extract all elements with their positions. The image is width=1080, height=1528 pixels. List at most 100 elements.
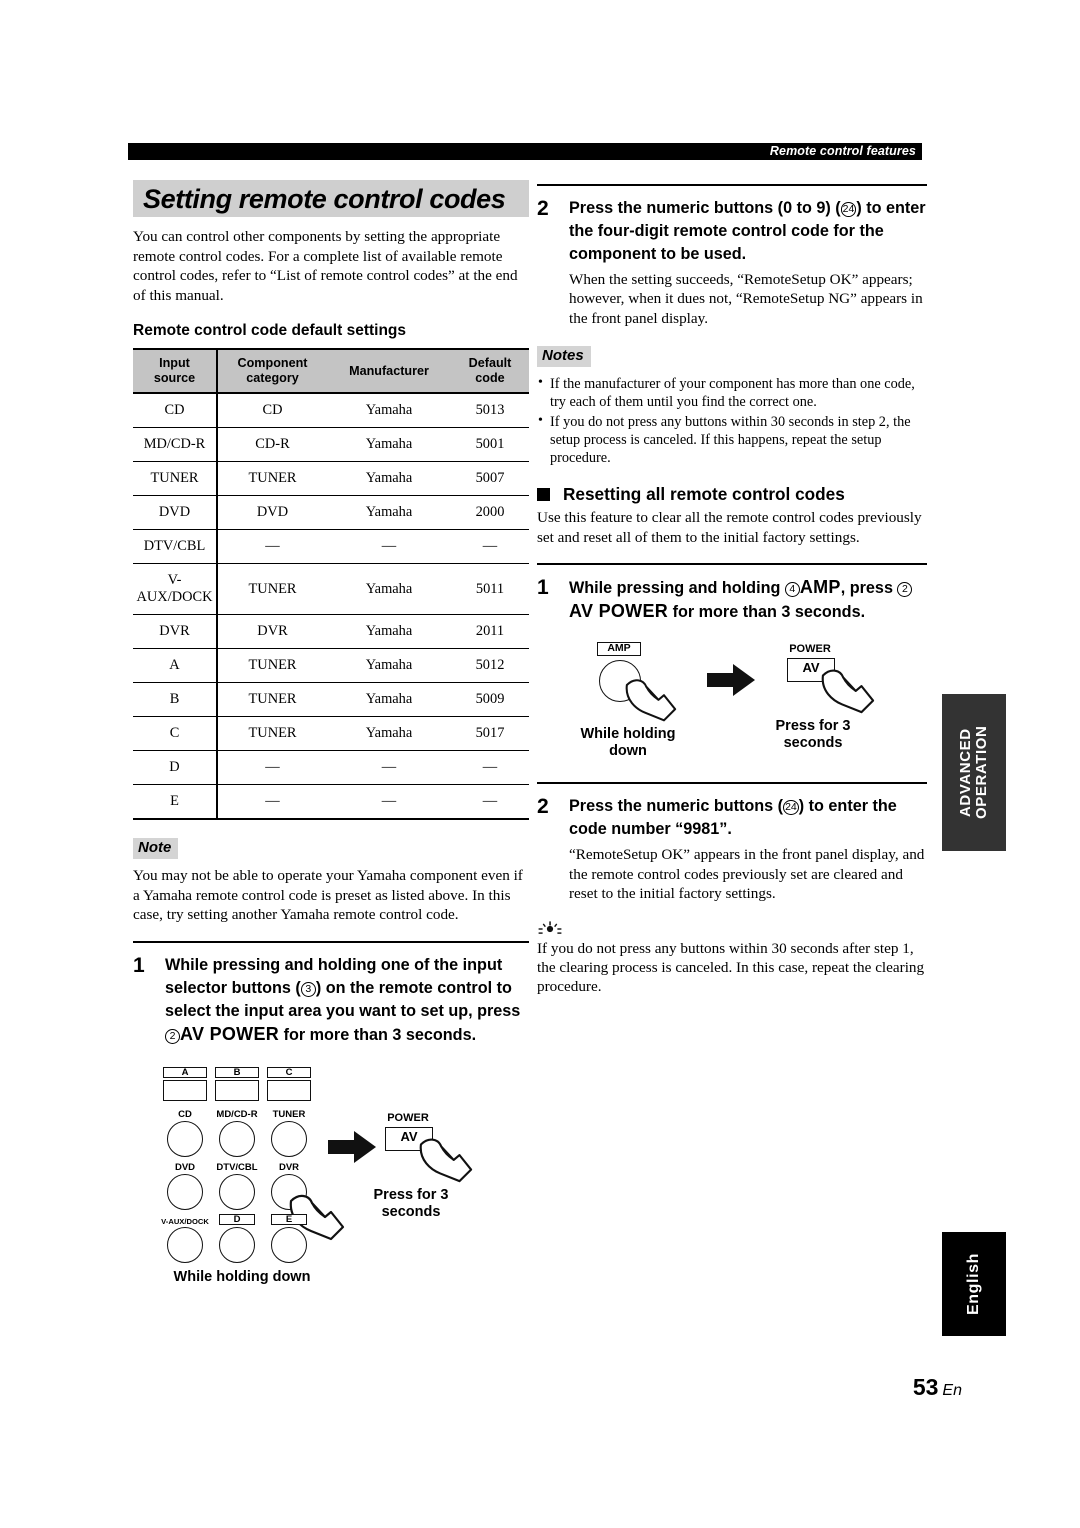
divider — [537, 184, 927, 186]
table-row: C TUNER Yamaha 5017 — [133, 716, 529, 752]
subsection-heading: Resetting all remote control codes — [537, 483, 927, 505]
step-number: 1 — [537, 576, 549, 600]
table-row: CD CD Yamaha 5013 — [133, 393, 529, 429]
button-body-b — [215, 1079, 259, 1101]
table-row: D — — — — [133, 750, 529, 786]
table-row: TUNER TUNER Yamaha 5007 — [133, 461, 529, 497]
right-step-1: 1 While pressing and holding 4 AMP, press… — [537, 576, 927, 624]
tip-text: If you do not press any buttons within 3… — [537, 939, 925, 996]
page-title: Setting remote control codes — [143, 184, 506, 214]
side-tab-language: English — [942, 1232, 1006, 1336]
notes-block: Notes If the manufacturer of your compon… — [537, 346, 927, 467]
button-d — [219, 1226, 255, 1263]
table-row: DVD DVD Yamaha 2000 — [133, 495, 529, 531]
table-heading: Remote control code default settings — [133, 322, 407, 340]
column-header-manufacturer: Manufacturer — [327, 349, 451, 395]
amp-power-diagram: AMP While holding down POWER AV Press fo… — [537, 638, 927, 759]
hand-pointer-icon — [625, 679, 677, 722]
circled-number-icon: 3 — [300, 981, 316, 997]
circled-number-icon: 24 — [783, 800, 799, 816]
arrow-right-icon — [328, 1130, 376, 1163]
list-item: If you do not press any buttons within 3… — [537, 412, 927, 468]
circled-number-icon: 4 — [784, 582, 800, 598]
circled-number-icon: 24 — [840, 202, 857, 217]
diagram-caption-hold: While holding down — [173, 1268, 311, 1285]
note-block: Note You may not be able to operate your… — [133, 838, 529, 924]
tip-sun-icon — [538, 921, 562, 934]
table-row: V-AUX/DOCK TUNER Yamaha 5011 — [133, 563, 529, 616]
divider — [133, 940, 529, 943]
intro-paragraph: You can control other components by sett… — [133, 228, 518, 304]
step-headline: While pressing and holding 4 AMP, press 2… — [569, 576, 927, 624]
button-label-d: D — [233, 1213, 241, 1225]
remote-input-selector-diagram: A B C CD MD/CD-R TUNER DVD DTV/CBL DVR V… — [133, 1061, 529, 1285]
table-header-row: Input source Component category Manufact… — [133, 349, 529, 395]
running-header-text: Remote control features — [769, 144, 916, 158]
step-number: 2 — [537, 795, 549, 819]
av-power-label: AV POWER — [569, 601, 669, 622]
circled-number-icon: 2 — [897, 582, 913, 598]
table-row: E — — — — [133, 784, 529, 821]
note-text: You may not be able to operate your Yama… — [133, 867, 523, 924]
power-group-label: POWER — [387, 1111, 429, 1124]
right-step-2b: 2 Press the numeric buttons (24) to ente… — [537, 795, 927, 903]
notes-tag: Notes — [537, 346, 591, 368]
step-headline: Press the numeric buttons (24) to enter … — [569, 797, 897, 839]
step-headline: Press the numeric buttons (0 to 9) (24) … — [569, 199, 926, 263]
button-label-tuner: TUNER — [272, 1108, 306, 1120]
button-label-b: B — [233, 1066, 241, 1078]
page-number-language: En — [942, 1382, 962, 1399]
button-v-aux-dock — [167, 1226, 203, 1263]
button-label-cd: CD — [178, 1108, 192, 1120]
left-column: Setting remote control codes You can con… — [133, 180, 529, 1285]
note-tag: Note — [133, 838, 179, 860]
notes-list: If the manufacturer of your component ha… — [537, 374, 927, 468]
step-headline: While pressing and holding one of the in… — [165, 955, 521, 1044]
left-step-1: 1 While pressing and holding one of the … — [133, 954, 529, 1047]
diagram-caption-hold: While holding down — [580, 726, 676, 760]
button-body-a — [163, 1079, 207, 1101]
button-label-dtv-cbl: DTV/CBL — [216, 1161, 258, 1173]
side-tab-language-label: English — [964, 1253, 982, 1315]
button-dtv-cbl — [219, 1173, 255, 1210]
step-detail: When the setting succeeds, “RemoteSetup … — [569, 271, 923, 327]
table-row: B TUNER Yamaha 5009 — [133, 682, 529, 718]
step-detail: “RemoteSetup OK” appears in the front pa… — [569, 846, 925, 903]
button-label-a: A — [181, 1066, 189, 1078]
circled-number-icon: 2 — [165, 1028, 180, 1044]
subsection-heading-text: Resetting all remote control codes — [563, 484, 845, 505]
table-row: DVR DVR Yamaha 2011 — [133, 614, 529, 650]
button-md-cd-r — [219, 1120, 255, 1157]
button-body-c — [267, 1079, 311, 1101]
button-dvd — [167, 1173, 203, 1210]
right-step-2: 2 Press the numeric buttons (0 to 9) (24… — [537, 197, 927, 328]
button-cd — [167, 1120, 203, 1157]
arrow-right-icon — [707, 664, 755, 697]
diagram-caption-press: Press for 3 seconds — [775, 718, 851, 752]
button-label-c: C — [285, 1066, 293, 1078]
column-header-default-code: Default code — [451, 349, 529, 395]
amp-label: AMP — [799, 577, 841, 598]
divider — [537, 563, 927, 566]
default-settings-table: Input source Component category Manufact… — [133, 348, 529, 821]
diagram-caption-press: Press for 3 seconds — [373, 1186, 449, 1220]
list-item: If the manufacturer of your component ha… — [537, 374, 927, 411]
step-number: 1 — [133, 953, 145, 977]
step-number: 2 — [537, 197, 549, 220]
side-tab-advanced-operation: ADVANCED OPERATION — [942, 694, 1006, 851]
section-title-banner: Setting remote control codes — [133, 180, 529, 217]
tip-block: If you do not press any buttons within 3… — [537, 919, 927, 997]
right-column: 2 Press the numeric buttons (0 to 9) (24… — [537, 184, 927, 997]
button-label-md-cd-r: MD/CD-R — [216, 1108, 258, 1120]
column-header-component-category: Component category — [217, 349, 327, 395]
button-label-dvr: DVR — [278, 1161, 300, 1173]
av-power-label: AV POWER — [180, 1023, 280, 1044]
column-header-input-source: Input source — [133, 349, 218, 395]
page-number-value: 53 — [912, 1374, 939, 1400]
table-row: DTV/CBL — — — — [133, 529, 529, 565]
page-number: 53 En — [913, 1374, 962, 1401]
button-e — [271, 1226, 307, 1263]
divider — [537, 782, 927, 785]
hand-pointer-icon — [419, 1138, 473, 1182]
subsection-intro: Use this feature to clear all the remote… — [537, 509, 922, 546]
